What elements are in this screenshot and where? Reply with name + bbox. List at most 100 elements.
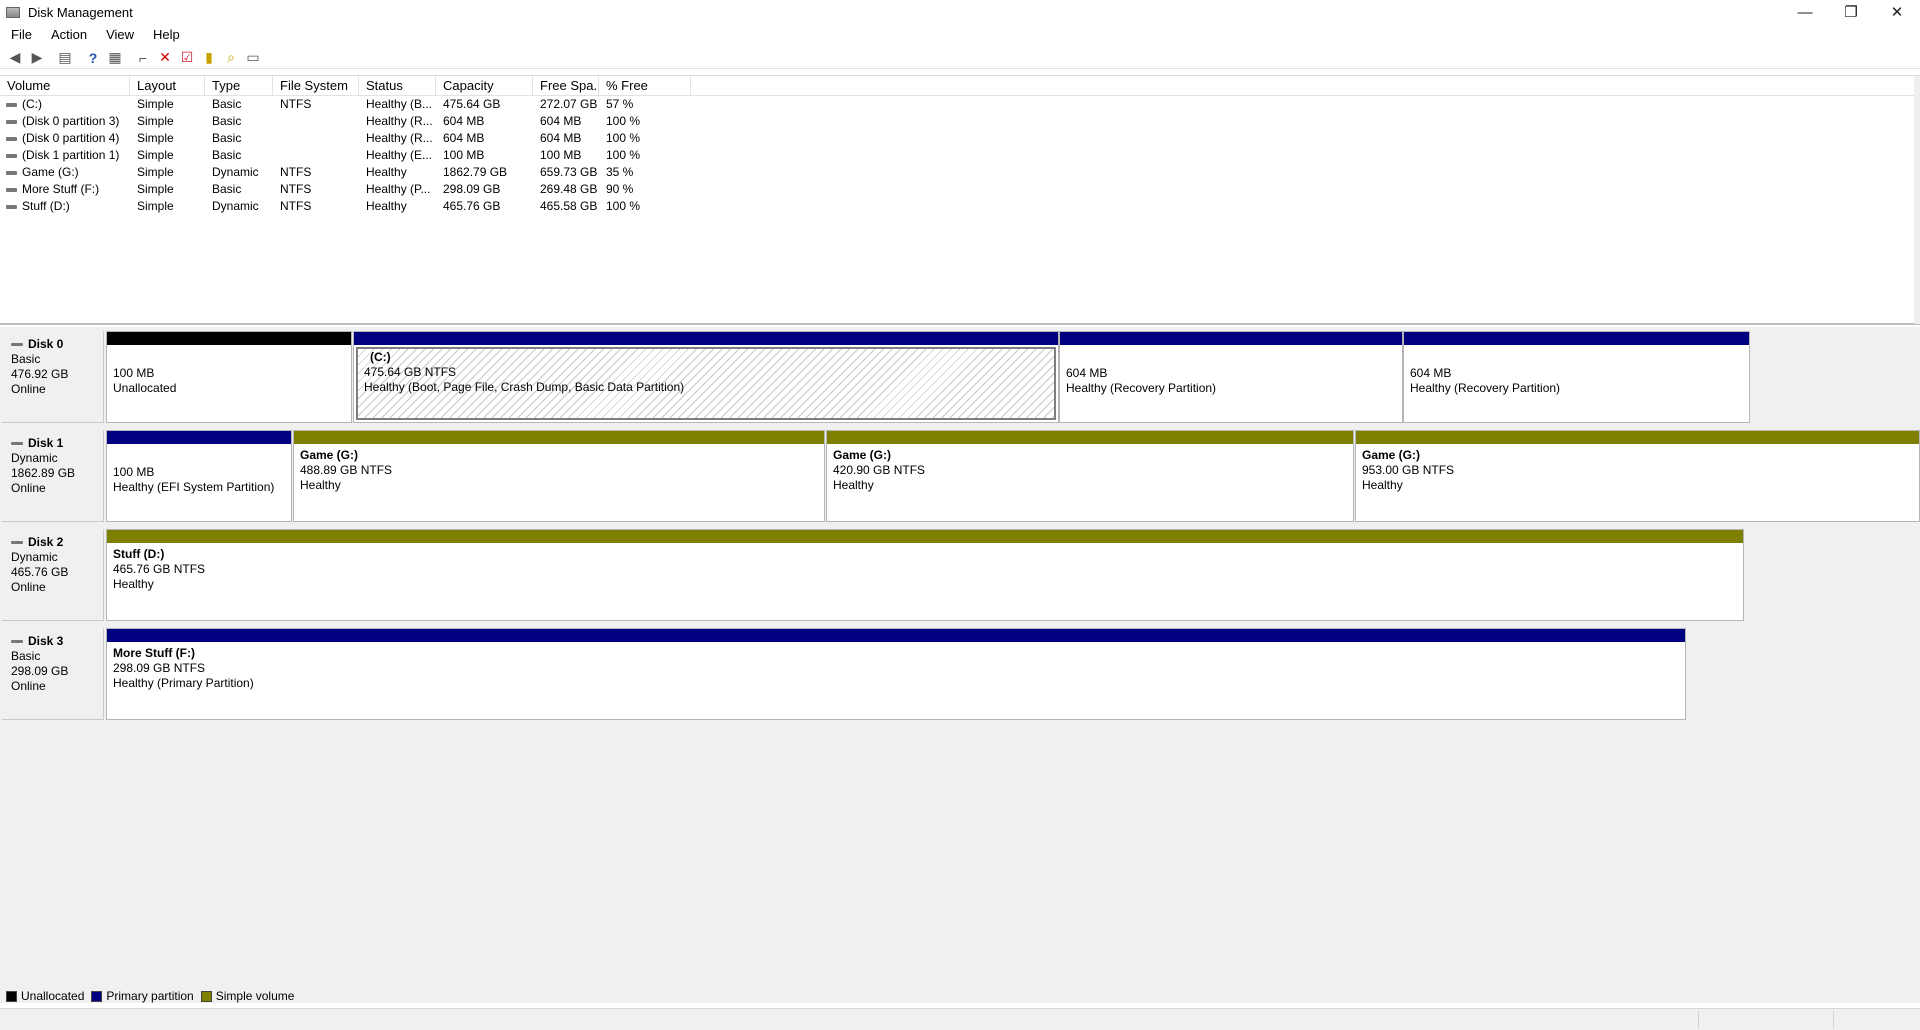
disk-row-1: Disk 1 Dynamic 1862.89 GB Online 100 MB …: [0, 426, 1920, 523]
column-volume[interactable]: Volume: [0, 76, 130, 95]
partition-block[interactable]: Game (G:) 488.89 GB NTFS Healthy: [293, 430, 825, 522]
forward-icon[interactable]: ▶: [26, 48, 48, 68]
minimize-button[interactable]: —: [1782, 0, 1828, 24]
volume-icon: [6, 119, 17, 124]
close-button[interactable]: ✕: [1874, 0, 1920, 24]
legend-swatch: [6, 990, 17, 1002]
volume-type: Basic: [212, 148, 242, 162]
volume-status: Healthy (R...: [366, 131, 433, 145]
disk-name: Disk 2: [28, 535, 64, 549]
partition-status: Healthy: [1362, 478, 1403, 492]
partition-block[interactable]: 604 MB Healthy (Recovery Partition): [1059, 331, 1403, 423]
volume-percent-free: 100 %: [606, 199, 641, 213]
partition-block[interactable]: Game (G:) 420.90 GB NTFS Healthy: [826, 430, 1354, 522]
volume-free-space: 659.73 GB: [540, 165, 598, 179]
volume-type: Basic: [212, 97, 242, 111]
partition-name: (C:): [370, 350, 391, 364]
table-row[interactable]: (C:) Simple Basic NTFS Healthy (B... 475…: [0, 96, 1920, 113]
check-icon[interactable]: ☑: [176, 48, 198, 68]
column-percent-free[interactable]: % Free: [599, 76, 691, 95]
title-bar: Disk Management — ❐ ✕: [0, 0, 1920, 24]
partition-name: Game (G:): [833, 448, 892, 462]
help-icon[interactable]: ?: [82, 48, 104, 68]
disk-label[interactable]: Disk 2 Dynamic 465.76 GB Online: [2, 529, 104, 621]
volume-capacity: 465.76 GB: [443, 199, 501, 213]
volume-free-space: 272.07 GB: [540, 97, 598, 111]
volume-percent-free: 90 %: [606, 182, 634, 196]
legend-swatch: [91, 990, 103, 1002]
volume-icon: [6, 136, 17, 141]
partition-color-bar: [107, 629, 1685, 642]
column-file-system[interactable]: File System: [273, 76, 359, 95]
table-row[interactable]: (Disk 1 partition 1) Simple Basic Health…: [0, 147, 1920, 164]
volume-percent-free: 57 %: [606, 97, 634, 111]
partition-size: 298.09 GB NTFS: [113, 661, 206, 675]
disk-state: Online: [11, 679, 46, 693]
partition-block[interactable]: More Stuff (F:) 298.09 GB NTFS Healthy (…: [106, 628, 1686, 720]
partition-block[interactable]: 604 MB Healthy (Recovery Partition): [1403, 331, 1750, 423]
volume-percent-free: 35 %: [606, 165, 634, 179]
menu-bar: File Action View Help: [0, 26, 188, 44]
volume-name: More Stuff (F:): [22, 182, 100, 196]
menu-file[interactable]: File: [0, 26, 40, 44]
partition-block[interactable]: Stuff (D:) 465.76 GB NTFS Healthy: [106, 529, 1744, 621]
table-row[interactable]: Game (G:) Simple Dynamic NTFS Healthy 18…: [0, 164, 1920, 181]
disk-name: Disk 3: [28, 634, 64, 648]
properties-icon[interactable]: ▤: [54, 48, 76, 68]
console-icon[interactable]: ▦: [104, 48, 126, 68]
disk-size: 1862.89 GB: [11, 466, 76, 480]
volume-name: Game (G:): [22, 165, 79, 179]
partition-status: Healthy: [300, 478, 341, 492]
menu-view[interactable]: View: [95, 26, 142, 44]
volume-free-space: 465.58 GB: [540, 199, 598, 213]
table-row[interactable]: More Stuff (F:) Simple Basic NTFS Health…: [0, 181, 1920, 198]
partition-status: Healthy: [833, 478, 874, 492]
volume-layout: Simple: [137, 182, 174, 196]
volume-status: Healthy (B...: [366, 97, 433, 111]
volume-type: Dynamic: [212, 199, 259, 213]
back-icon[interactable]: ◀: [4, 48, 26, 68]
volume-capacity: 298.09 GB: [443, 182, 501, 196]
column-free-space[interactable]: Free Spa...: [533, 76, 599, 95]
disk-label[interactable]: Disk 0 Basic 476.92 GB Online: [2, 331, 104, 423]
volume-capacity: 475.64 GB: [443, 97, 501, 111]
partition-size: 420.90 GB NTFS: [833, 463, 926, 477]
restore-button[interactable]: ❐: [1828, 0, 1874, 24]
table-row[interactable]: Stuff (D:) Simple Dynamic NTFS Healthy 4…: [0, 198, 1920, 215]
volume-list-header: Volume Layout Type File System Status Ca…: [0, 76, 1920, 96]
menu-help[interactable]: Help: [142, 26, 188, 44]
connect-icon[interactable]: ⌐: [132, 48, 154, 68]
partition-name: Game (G:): [1362, 448, 1421, 462]
partition-block[interactable]: 100 MB Unallocated: [106, 331, 352, 423]
partition-block[interactable]: (C:) 475.64 GB NTFS Healthy (Boot, Page …: [353, 331, 1059, 423]
disk-label[interactable]: Disk 3 Basic 298.09 GB Online: [2, 628, 104, 720]
partition-block[interactable]: Game (G:) 953.00 GB NTFS Healthy: [1355, 430, 1920, 522]
column-capacity[interactable]: Capacity: [436, 76, 533, 95]
partition-block[interactable]: 100 MB Healthy (EFI System Partition): [106, 430, 292, 522]
disk-icon: [11, 343, 23, 346]
partition-legend: Unallocated Primary partition Simple vol…: [6, 989, 301, 1003]
column-status[interactable]: Status: [359, 76, 436, 95]
delete-icon[interactable]: ✕: [154, 48, 176, 68]
disk-state: Online: [11, 481, 46, 495]
settings-icon[interactable]: ▭: [242, 48, 264, 68]
column-type[interactable]: Type: [205, 76, 273, 95]
disk-label[interactable]: Disk 1 Dynamic 1862.89 GB Online: [2, 430, 104, 522]
disk-row-0: Disk 0 Basic 476.92 GB Online 100 MB Una…: [0, 327, 1920, 424]
partition-status: Healthy (Boot, Page File, Crash Dump, Ba…: [364, 380, 685, 394]
partition-color-bar: [1356, 431, 1919, 444]
volume-icon: [6, 153, 17, 158]
volume-icon: [6, 204, 17, 209]
partition-size: 604 MB: [1410, 366, 1452, 380]
menu-action[interactable]: Action: [40, 26, 95, 44]
volume-list: Volume Layout Type File System Status Ca…: [0, 75, 1920, 325]
volume-capacity: 1862.79 GB: [443, 165, 508, 179]
legend-label: Unallocated: [21, 989, 85, 1003]
column-layout[interactable]: Layout: [130, 76, 205, 95]
table-row[interactable]: (Disk 0 partition 4) Simple Basic Health…: [0, 130, 1920, 147]
refresh-icon[interactable]: ▮: [198, 48, 220, 68]
table-row[interactable]: (Disk 0 partition 3) Simple Basic Health…: [0, 113, 1920, 130]
volume-list-scrollbar[interactable]: [1914, 76, 1920, 324]
search-icon[interactable]: ⌕: [220, 48, 242, 68]
partition-size: 953.00 GB NTFS: [1362, 463, 1455, 477]
